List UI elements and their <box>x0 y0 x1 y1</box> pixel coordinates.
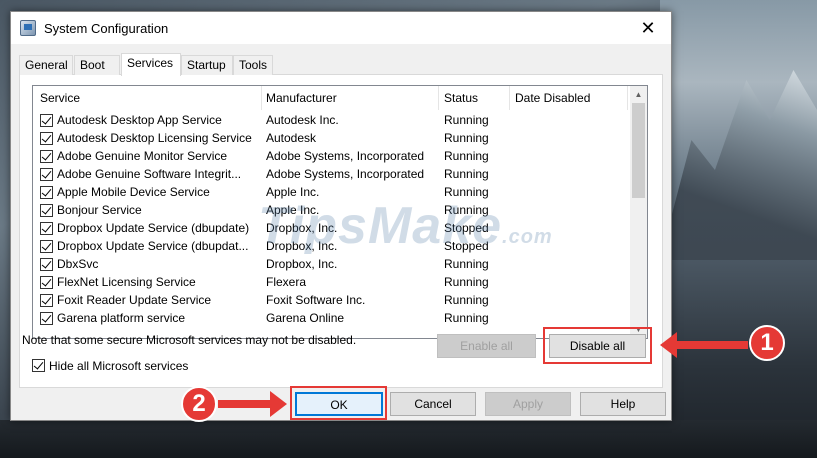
manufacturer: Apple Inc. <box>266 185 320 199</box>
service-name: Apple Mobile Device Service <box>57 185 210 199</box>
scroll-up-arrow-icon[interactable]: ▲ <box>630 86 647 103</box>
hide-microsoft-services-label[interactable]: Hide all Microsoft services <box>49 359 188 373</box>
service-name: Dropbox Update Service (dbupdat... <box>57 239 249 253</box>
step-2-badge: 2 <box>181 386 217 422</box>
manufacturer: Dropbox, Inc. <box>266 239 338 253</box>
manufacturer: Flexera <box>266 275 307 289</box>
table-row[interactable]: DbxSvc Dropbox, Inc. Running <box>33 255 631 273</box>
manufacturer: Autodesk <box>266 131 317 145</box>
highlight-disable-all <box>543 327 652 364</box>
list-header: Service Manufacturer Status Date Disable… <box>33 86 631 110</box>
service-name: Dropbox Update Service (dbupdate) <box>57 221 250 235</box>
service-name: Adobe Genuine Software Integrit... <box>57 167 242 181</box>
tab-services[interactable]: Services <box>121 53 181 76</box>
table-row[interactable]: Adobe Genuine Monitor Service Adobe Syste… <box>33 147 631 165</box>
manufacturer: Garena Online <box>266 311 345 325</box>
status: Stopped <box>444 221 489 235</box>
service-name: Autodesk Desktop Licensing Service <box>57 131 252 145</box>
arrow-left-icon <box>660 332 748 358</box>
cancel-button[interactable]: Cancel <box>390 392 476 416</box>
arrow-right-icon <box>218 391 287 417</box>
column-header-status[interactable]: Status <box>444 91 478 105</box>
status: Running <box>444 149 489 163</box>
status: Running <box>444 275 489 289</box>
column-header-date-disabled[interactable]: Date Disabled <box>515 91 590 105</box>
secure-services-note: Note that some secure Microsoft services… <box>22 333 357 347</box>
services-rows: Autodesk Desktop App Service Autodesk Inc… <box>33 111 631 327</box>
tab-general[interactable]: General <box>19 55 73 75</box>
column-divider[interactable] <box>261 86 262 110</box>
tab-tools[interactable]: Tools <box>233 55 273 75</box>
table-row[interactable]: Dropbox Update Service (dbupdate) Dropbox… <box>33 219 631 237</box>
manufacturer: Dropbox, Inc. <box>266 221 338 235</box>
table-row[interactable]: Garena platform service Garena Online Runn… <box>33 309 631 327</box>
service-name: Bonjour Service <box>57 203 142 217</box>
service-name: Autodesk Desktop App Service <box>57 113 222 127</box>
step-1-badge: 1 <box>749 325 785 361</box>
table-row[interactable]: Bonjour Service Apple Inc. Running <box>33 201 631 219</box>
row-checkbox[interactable] <box>40 186 53 199</box>
table-row[interactable]: Dropbox Update Service (dbupdat... Dropbo… <box>33 237 631 255</box>
service-name: FlexNet Licensing Service <box>57 275 196 289</box>
column-header-manufacturer[interactable]: Manufacturer <box>266 91 337 105</box>
row-checkbox[interactable] <box>40 240 53 253</box>
enable-all-button[interactable]: Enable all <box>437 334 536 358</box>
row-checkbox[interactable] <box>40 276 53 289</box>
manufacturer: Dropbox, Inc. <box>266 257 338 271</box>
status: Running <box>444 113 489 127</box>
table-row[interactable]: Apple Mobile Device Service Apple Inc. Run… <box>33 183 631 201</box>
row-checkbox[interactable] <box>40 150 53 163</box>
status: Running <box>444 257 489 271</box>
column-header-service[interactable]: Service <box>40 91 80 105</box>
row-checkbox[interactable] <box>40 132 53 145</box>
service-name: Garena platform service <box>57 311 186 325</box>
scroll-thumb[interactable] <box>632 103 645 198</box>
table-row[interactable]: Adobe Genuine Software Integrit... Adobe … <box>33 165 631 183</box>
table-row[interactable]: Foxit Reader Update Service Foxit Softwar… <box>33 291 631 309</box>
column-divider[interactable] <box>438 86 439 110</box>
service-name: DbxSvc <box>57 257 99 271</box>
tab-startup[interactable]: Startup <box>181 55 233 75</box>
row-checkbox[interactable] <box>40 222 53 235</box>
desktop-ground <box>0 420 817 458</box>
status: Running <box>444 311 489 325</box>
row-checkbox[interactable] <box>40 204 53 217</box>
manufacturer: Adobe Systems, Incorporated <box>266 167 425 181</box>
tab-boot[interactable]: Boot <box>74 55 120 75</box>
close-button[interactable]: ✕ <box>625 12 671 44</box>
highlight-ok <box>290 386 387 420</box>
column-divider[interactable] <box>627 86 628 110</box>
status: Running <box>444 131 489 145</box>
row-checkbox[interactable] <box>40 168 53 181</box>
manufacturer: Foxit Software Inc. <box>266 293 366 307</box>
status: Running <box>444 203 489 217</box>
table-row[interactable]: FlexNet Licensing Service Flexera Running <box>33 273 631 291</box>
manufacturer: Apple Inc. <box>266 203 320 217</box>
vertical-scrollbar[interactable]: ▲ ▼ <box>630 86 647 338</box>
manufacturer: Autodesk Inc. <box>266 113 339 127</box>
row-checkbox[interactable] <box>40 114 53 127</box>
title-bar: System Configuration ✕ <box>11 12 671 44</box>
services-list[interactable]: Service Manufacturer Status Date Disable… <box>32 85 648 339</box>
status: Running <box>444 293 489 307</box>
row-checkbox[interactable] <box>40 312 53 325</box>
manufacturer: Adobe Systems, Incorporated <box>266 149 425 163</box>
status: Stopped <box>444 239 489 253</box>
apply-button[interactable]: Apply <box>485 392 571 416</box>
status: Running <box>444 185 489 199</box>
row-checkbox[interactable] <box>40 258 53 271</box>
status: Running <box>444 167 489 181</box>
window-title: System Configuration <box>44 21 169 36</box>
msconfig-icon <box>20 20 36 36</box>
help-button[interactable]: Help <box>580 392 666 416</box>
row-checkbox[interactable] <box>40 294 53 307</box>
table-row[interactable]: Autodesk Desktop App Service Autodesk Inc… <box>33 111 631 129</box>
column-divider[interactable] <box>509 86 510 110</box>
table-row[interactable]: Autodesk Desktop Licensing Service Autode… <box>33 129 631 147</box>
checkbox-checked-icon[interactable] <box>32 359 45 372</box>
service-name: Adobe Genuine Monitor Service <box>57 149 228 163</box>
service-name: Foxit Reader Update Service <box>57 293 212 307</box>
